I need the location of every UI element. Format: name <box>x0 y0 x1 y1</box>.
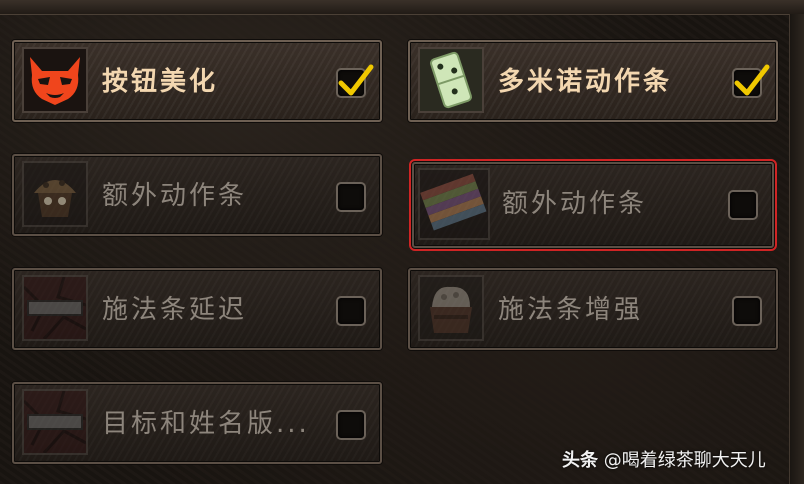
addon-label: 额外动作条 <box>102 181 248 211</box>
addon-item-castbar-enhance[interactable]: 施法条增强 <box>408 268 778 350</box>
enable-checkbox[interactable] <box>336 296 366 326</box>
addon-label: 目标和姓名版... <box>102 409 310 439</box>
addon-item-target-nameplate[interactable]: 目标和姓名版... <box>12 382 382 464</box>
watermark: 头条 @喝着绿茶聊大天儿 <box>562 446 766 472</box>
addon-label: 施法条增强 <box>498 295 644 325</box>
enable-checkbox[interactable] <box>336 410 366 440</box>
rock-cauldron-icon <box>418 275 484 341</box>
castbar-frame-icon <box>22 275 88 341</box>
addon-item-extra-actionbar[interactable]: 额外动作条 <box>12 154 382 236</box>
enable-checkbox[interactable] <box>732 296 762 326</box>
enable-checkbox[interactable] <box>732 64 770 98</box>
castbar-frame-icon <box>22 389 88 455</box>
checkmark-icon <box>734 64 770 96</box>
addon-item-domino-actionbar[interactable]: 多米诺动作条 <box>408 40 778 122</box>
addon-item-button-beautify[interactable]: 按钮美化 <box>12 40 382 122</box>
panel-top-border <box>0 0 804 15</box>
watermark-brand: 头条 <box>562 450 598 471</box>
watermark-handle: @喝着绿茶聊大天儿 <box>603 450 766 471</box>
domino-tile-icon <box>418 47 484 113</box>
panel-scroll-edge <box>789 14 804 484</box>
addon-label: 额外动作条 <box>502 189 648 219</box>
addon-item-extra-actionbar-alt[interactable]: 额外动作条 <box>409 159 777 251</box>
enable-checkbox[interactable] <box>336 64 374 98</box>
addon-label: 施法条延迟 <box>102 295 248 325</box>
addon-item-castbar-delay[interactable]: 施法条延迟 <box>12 268 382 350</box>
striped-blanket-icon <box>418 168 490 240</box>
addon-label: 多米诺动作条 <box>498 67 673 97</box>
cupcake-creature-icon <box>22 161 88 227</box>
enable-checkbox[interactable] <box>336 182 366 212</box>
checkmark-icon <box>338 64 374 96</box>
red-demon-mask-icon <box>22 47 88 113</box>
addon-label: 按钮美化 <box>102 67 219 97</box>
addon-settings-panel: 按钮美化 多米诺动作条 额外动作条 额外动作条 施法条延迟 施法条增强 目标和姓… <box>0 0 804 484</box>
enable-checkbox[interactable] <box>728 190 758 220</box>
